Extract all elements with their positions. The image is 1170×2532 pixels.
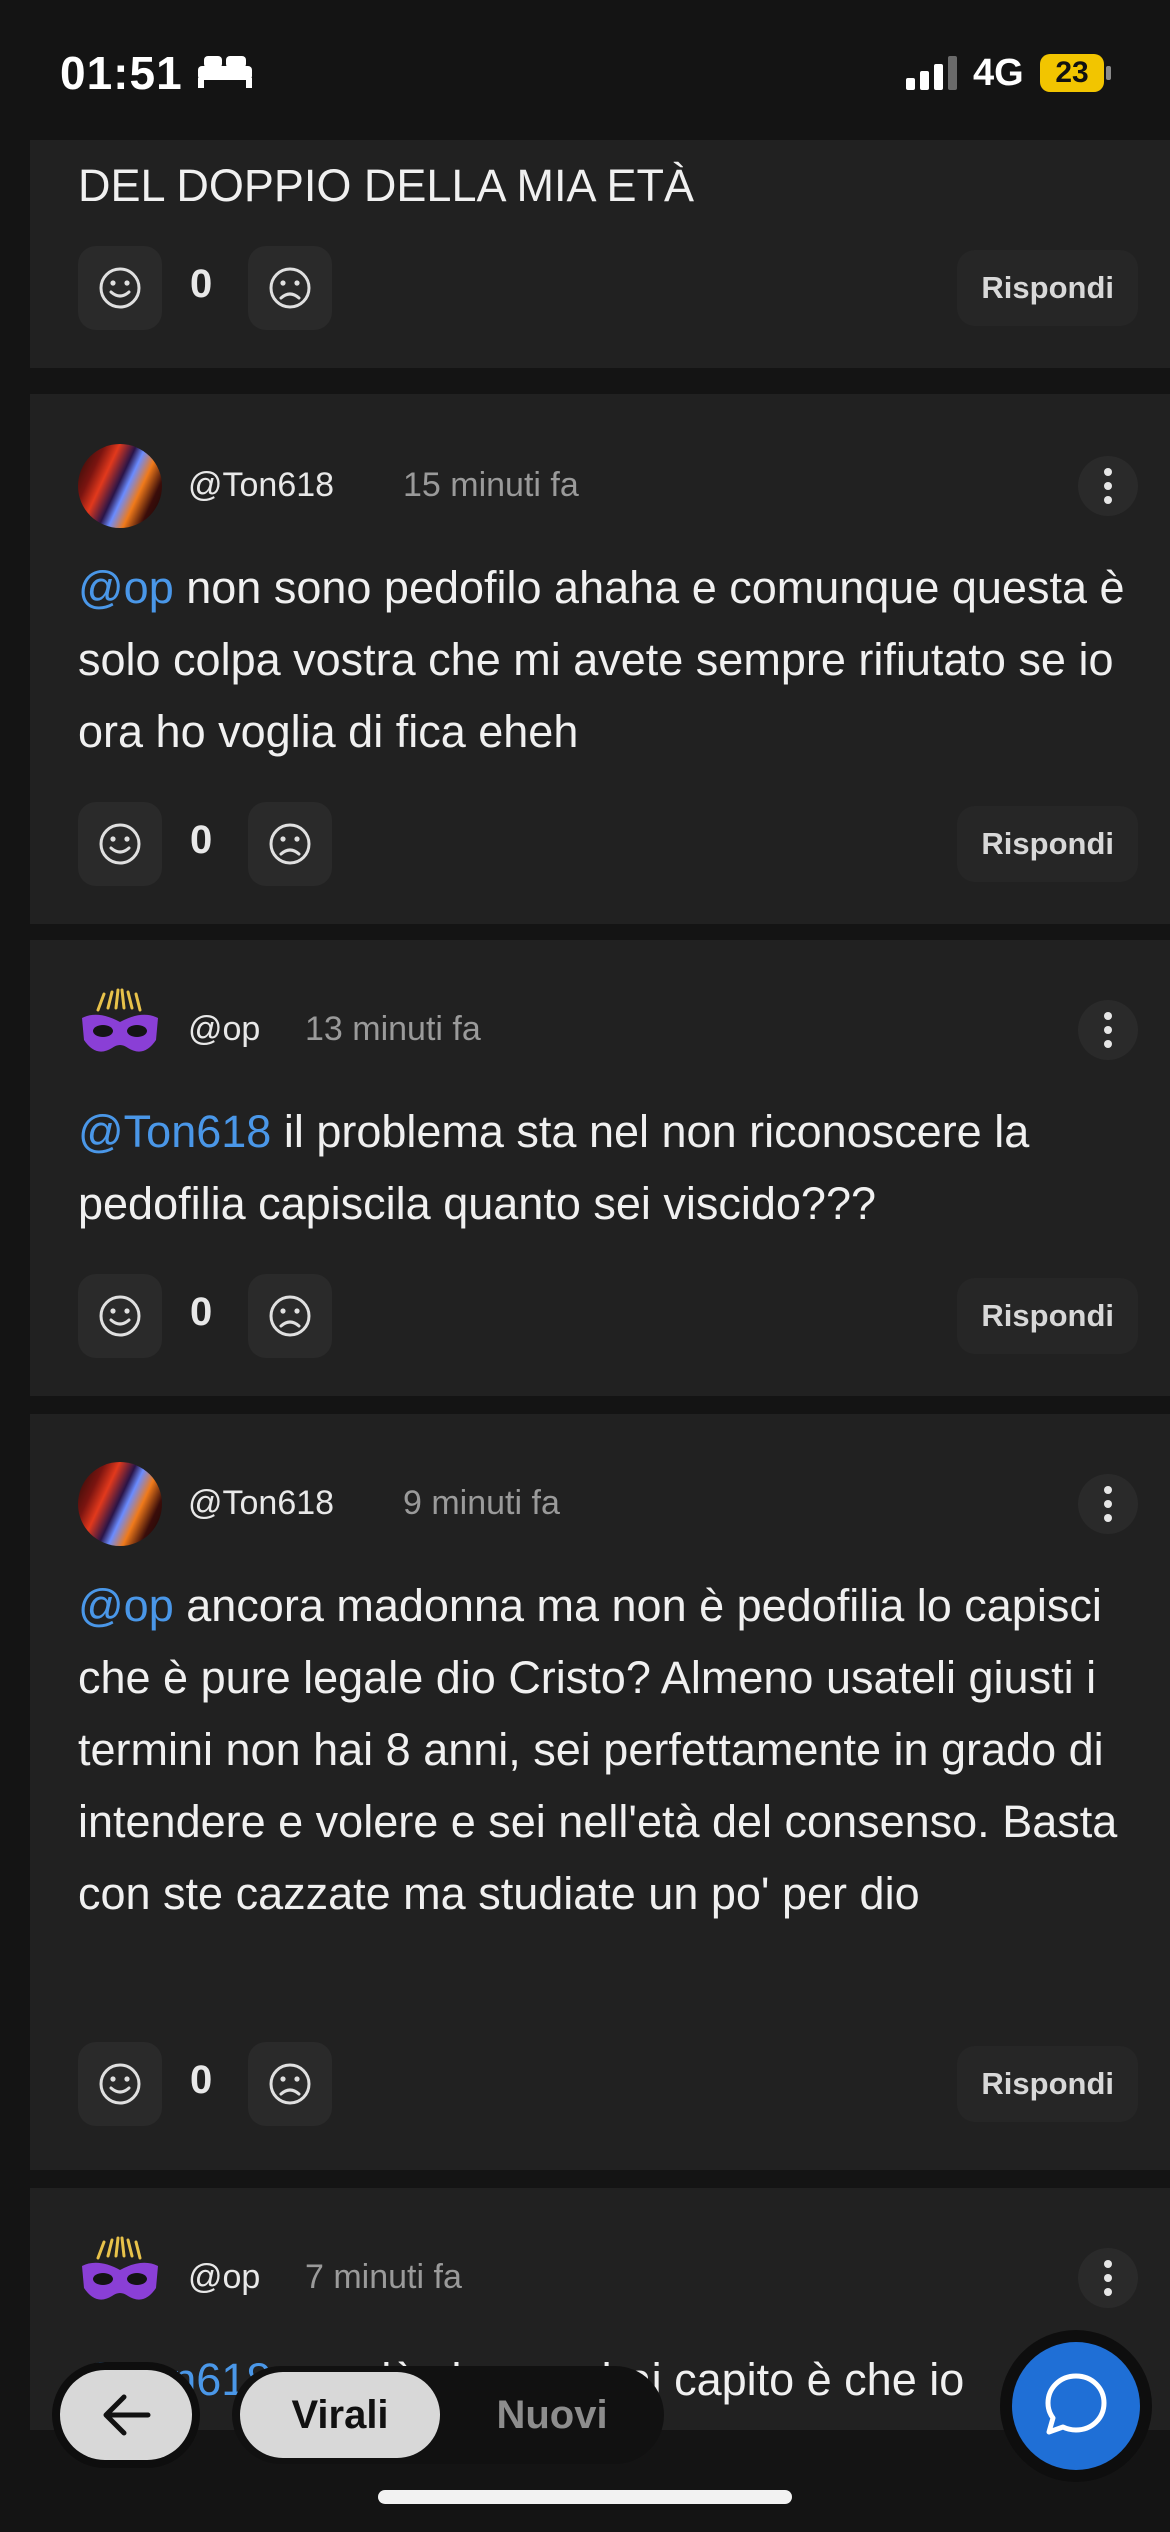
reply-button[interactable]: Rispondi [957, 1278, 1138, 1354]
arrow-left-icon [103, 2394, 151, 2436]
battery-level: 23 [1040, 54, 1104, 92]
comment-timestamp: 13 minuti fa [305, 1010, 481, 1048]
more-options-icon[interactable] [1078, 456, 1138, 516]
upvote-button[interactable] [78, 2042, 162, 2126]
frown-icon [269, 267, 311, 309]
comment-username[interactable]: @Ton618 [188, 466, 334, 505]
tab-nuovi[interactable]: Nuovi [462, 2372, 642, 2458]
reply-button[interactable]: Rispondi [957, 2046, 1138, 2122]
mask-avatar-icon [82, 2236, 158, 2300]
reply-button[interactable]: Rispondi [957, 250, 1138, 326]
comment-header: @Ton618 15 minuti fa [78, 444, 1138, 530]
upvote-button[interactable] [78, 246, 162, 330]
bed-icon [198, 56, 252, 88]
more-options-icon[interactable] [1078, 1000, 1138, 1060]
vote-count: 0 [190, 818, 213, 862]
tab-virali[interactable]: Virali [240, 2372, 440, 2458]
vote-count: 0 [190, 2058, 213, 2102]
smile-icon [99, 2063, 141, 2105]
comment-card: @op 13 minuti fa @Ton618 il problema sta… [30, 940, 1170, 1396]
comment-text: DEL DOPPIO DELLA MIA ETÀ [78, 160, 695, 211]
downvote-button[interactable] [248, 1274, 332, 1358]
comment-actions: 0 Rispondi [78, 246, 1138, 330]
comment-card: DEL DOPPIO DELLA MIA ETÀ 0 Rispondi [30, 140, 1170, 368]
feed-sort-tabs: Virali Nuovi [232, 2366, 664, 2464]
comment-header: @Ton618 9 minuti fa [78, 1462, 1138, 1548]
comment-header: @op 13 minuti fa [78, 988, 1138, 1074]
status-bar: 01:51 4G 23 [0, 0, 1170, 140]
comment-actions: 0 Rispondi [78, 1274, 1138, 1358]
cellular-signal-icon [906, 56, 957, 90]
mention-link[interactable]: @op [78, 1580, 174, 1631]
downvote-button[interactable] [248, 246, 332, 330]
comment-timestamp: 15 minuti fa [403, 466, 579, 504]
smile-icon [99, 823, 141, 865]
battery-icon: 23 [1040, 54, 1111, 92]
avatar[interactable] [78, 2236, 162, 2320]
chat-bubble-icon [1045, 2373, 1107, 2435]
more-options-icon[interactable] [1078, 1474, 1138, 1534]
status-time: 01:51 [60, 47, 183, 99]
vote-count: 0 [190, 1290, 213, 1334]
mask-avatar-icon [82, 988, 158, 1052]
upvote-button[interactable] [78, 1274, 162, 1358]
new-comment-button[interactable] [1012, 2342, 1140, 2470]
comment-username[interactable]: @op [188, 2258, 260, 2297]
avatar[interactable] [78, 444, 162, 528]
avatar[interactable] [78, 988, 162, 1072]
comment-text: @op ancora madonna ma non è pedofilia lo… [78, 1580, 1118, 1919]
comment-text: @Ton618 il problema sta nel non riconosc… [78, 1106, 1030, 1229]
comment-actions: 0 Rispondi [78, 2042, 1138, 2126]
more-options-icon[interactable] [1078, 2248, 1138, 2308]
comment-username[interactable]: @Ton618 [188, 1484, 334, 1523]
comment-timestamp: 9 minuti fa [403, 1484, 560, 1522]
vote-count: 0 [190, 262, 213, 306]
comment-text: @op non sono pedofilo ahaha e comunque q… [78, 562, 1125, 757]
mention-link[interactable]: @Ton618 [78, 1106, 271, 1157]
upvote-button[interactable] [78, 802, 162, 886]
network-type: 4G [973, 52, 1024, 94]
smile-icon [99, 1295, 141, 1337]
frown-icon [269, 1295, 311, 1337]
downvote-button[interactable] [248, 802, 332, 886]
smile-icon [99, 267, 141, 309]
frown-icon [269, 823, 311, 865]
frown-icon [269, 2063, 311, 2105]
reply-button[interactable]: Rispondi [957, 806, 1138, 882]
comment-timestamp: 7 minuti fa [305, 2258, 462, 2296]
comment-actions: 0 Rispondi [78, 802, 1138, 886]
mention-link[interactable]: @op [78, 562, 174, 613]
comment-card: @Ton618 9 minuti fa @op ancora madonna m… [30, 1414, 1170, 2170]
home-indicator[interactable] [378, 2490, 792, 2504]
comment-card: @Ton618 15 minuti fa @op non sono pedofi… [30, 394, 1170, 924]
downvote-button[interactable] [248, 2042, 332, 2126]
comment-username[interactable]: @op [188, 1010, 260, 1049]
avatar[interactable] [78, 1462, 162, 1546]
comment-header: @op 7 minuti fa [78, 2236, 1138, 2322]
back-button[interactable] [60, 2370, 192, 2460]
comment-feed[interactable]: DEL DOPPIO DELLA MIA ETÀ 0 Rispondi @Ton… [30, 140, 1170, 2430]
